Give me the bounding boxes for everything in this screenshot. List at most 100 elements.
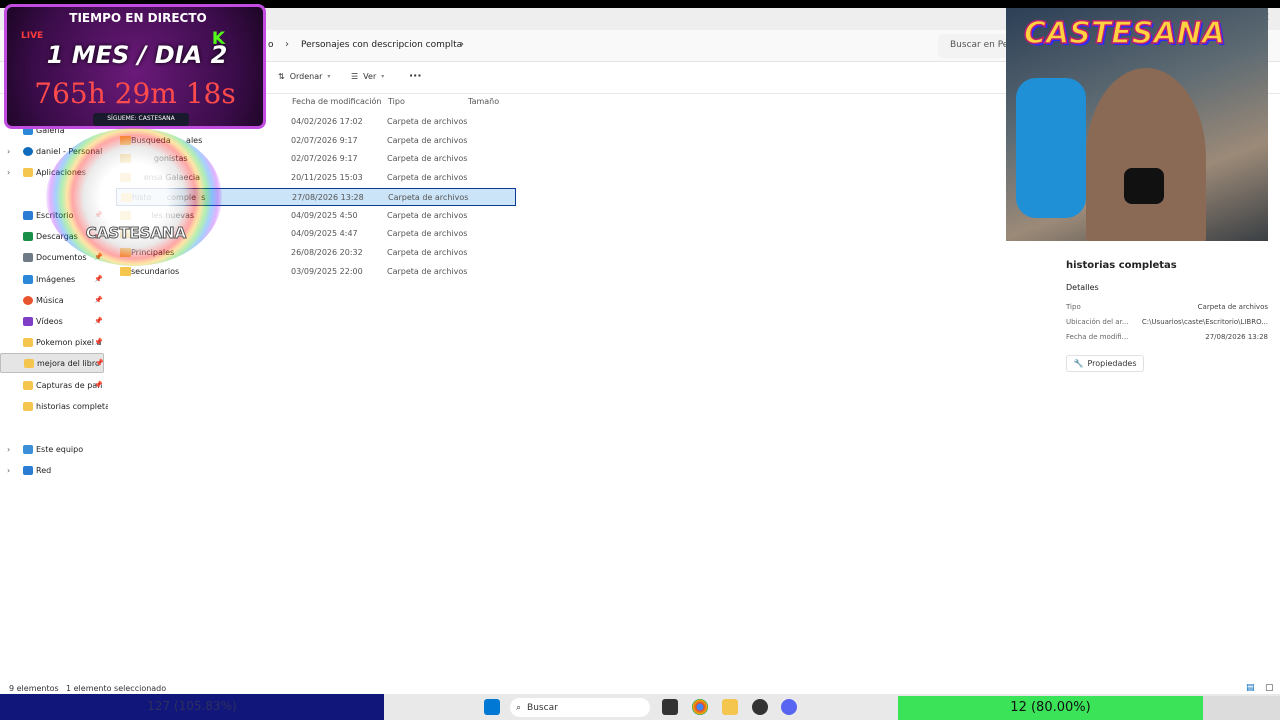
sidebar-item[interactable]: mejora del libro 📌 xyxy=(0,353,104,373)
file-date: 20/11/2025 15:03 xyxy=(291,173,363,183)
network-icon xyxy=(23,465,33,475)
desktop-icon xyxy=(23,210,33,220)
pin-icon: 📌 xyxy=(94,296,103,304)
file-row[interactable]: secundarios 03/09/2025 22:00 Carpeta de ar… xyxy=(116,263,516,281)
file-type: Carpeta de archivos xyxy=(387,266,468,276)
file-date: 04/09/2025 4:50 xyxy=(291,210,358,220)
sidebar-item[interactable]: › Este equipo xyxy=(0,439,108,459)
taskbar-search[interactable]: ⌕ Buscar xyxy=(510,698,650,717)
file-date: 02/07/2026 9:17 xyxy=(291,135,358,145)
webcam-chair xyxy=(1016,78,1086,218)
sort-icon: ⇅ xyxy=(278,72,285,81)
file-type: Carpeta de archivos xyxy=(387,117,468,126)
channel-logo-overlay: CASTESANA xyxy=(46,128,222,266)
start-icon[interactable] xyxy=(484,699,500,715)
folder-icon xyxy=(23,167,33,177)
sidebar-item[interactable]: Imágenes 📌 xyxy=(0,269,108,289)
wrench-icon: 🔧 xyxy=(1073,359,1084,368)
sort-button[interactable]: ⇅ Ordenar ▾ xyxy=(278,72,330,81)
chevron-down-icon: ▾ xyxy=(327,73,331,80)
breadcrumb-chevron-icon[interactable]: › xyxy=(460,39,464,50)
sidebar-item[interactable]: Música 📌 xyxy=(0,290,108,310)
goal-bar-right: 12 (80.00%) xyxy=(898,696,1203,720)
folder-icon xyxy=(24,358,34,368)
file-type: Carpeta de archivos xyxy=(387,210,468,220)
search-icon: ⌕ xyxy=(516,702,522,713)
stream-timer-overlay: TIEMPO EN DIRECTO LIVE K 1 MES / DIA 2 7… xyxy=(4,4,266,129)
breadcrumb-root[interactable]: o xyxy=(268,40,274,50)
sidebar-item[interactable]: Pokemon pixel a 📌 xyxy=(0,332,108,352)
sidebar-item-label: Imágenes xyxy=(36,274,76,284)
pin-icon: 📌 xyxy=(94,338,103,346)
chrome-icon[interactable] xyxy=(692,699,708,715)
expand-chevron-icon[interactable]: › xyxy=(7,168,10,177)
column-header-type[interactable]: Tipo xyxy=(388,97,405,106)
file-explorer-icon[interactable] xyxy=(722,699,738,715)
cloud-icon xyxy=(23,146,33,156)
details-value: 27/08/2026 13:28 xyxy=(1205,333,1268,341)
expand-chevron-icon[interactable]: › xyxy=(7,147,10,156)
tiles-view-icon[interactable]: ▢ xyxy=(1265,683,1274,693)
sidebar-item-label: mejora del libro xyxy=(37,358,100,368)
details-label: Fecha de modifi... xyxy=(1066,333,1129,341)
sidebar-item[interactable]: Capturas de pan 📌 xyxy=(0,375,108,395)
stream-day: 1 MES / DIA 2 xyxy=(46,41,228,69)
task-view-icon[interactable] xyxy=(662,699,678,715)
expand-chevron-icon[interactable]: › xyxy=(7,466,10,475)
column-header-size[interactable]: Tamaño xyxy=(468,97,499,106)
goal-bar-left: 127 (105.83%) xyxy=(0,694,384,720)
taskbar-search-label: Buscar xyxy=(527,702,558,713)
properties-button[interactable]: 🔧 Propiedades xyxy=(1066,355,1144,372)
goal-bar-right-remaining xyxy=(1203,696,1280,720)
details-section-heading: Detalles xyxy=(1066,283,1099,292)
music-icon xyxy=(23,295,33,305)
video-icon xyxy=(23,316,33,326)
folder-icon xyxy=(23,401,33,411)
folder-icon xyxy=(120,266,131,276)
file-date: 04/09/2025 4:47 xyxy=(291,229,358,239)
sidebar-item[interactable]: historias completas xyxy=(0,396,108,416)
image-icon xyxy=(23,274,33,284)
sidebar-item-label: Capturas de pan xyxy=(36,380,103,390)
document-icon xyxy=(23,252,33,262)
sidebar-item[interactable]: › Red xyxy=(0,460,108,480)
download-icon xyxy=(23,231,33,241)
breadcrumb-current[interactable]: Personajes con descripcion complta xyxy=(301,40,462,50)
column-header-date[interactable]: Fecha de modificación xyxy=(292,97,381,106)
discord-icon[interactable] xyxy=(781,699,797,715)
chevron-down-icon: ▾ xyxy=(381,73,385,80)
file-name: secundarios xyxy=(131,266,180,276)
details-value: C:\Usuarios\caste\Escritorio\LIBRO... xyxy=(1141,318,1268,326)
properties-label: Propiedades xyxy=(1087,359,1137,368)
webcam-channel-title: CASTESANA xyxy=(1023,15,1225,52)
follow-badge: SÍGUEME: CASTESANA xyxy=(93,113,189,126)
details-view-icon[interactable]: ▤ xyxy=(1246,683,1255,693)
folder-icon xyxy=(23,380,33,390)
pin-icon: 📌 xyxy=(94,381,103,389)
obs-icon[interactable] xyxy=(752,699,768,715)
details-row-location: Ubicación del ar... C:\Usuarios\caste\Es… xyxy=(1066,318,1268,326)
file-date: 26/08/2026 20:32 xyxy=(291,247,363,257)
view-button[interactable]: ☰ Ver ▾ xyxy=(351,72,384,81)
details-title: historias completas xyxy=(1066,260,1177,271)
pin-icon: 📌 xyxy=(95,359,104,367)
details-label: Tipo xyxy=(1066,303,1081,311)
expand-chevron-icon[interactable]: › xyxy=(7,445,10,454)
sidebar-item-label: Pokemon pixel a xyxy=(36,337,102,347)
file-type: Carpeta de archivos xyxy=(387,154,468,164)
details-value: Carpeta de archivos xyxy=(1197,303,1268,311)
view-label: Ver xyxy=(363,72,377,81)
pin-icon: 📌 xyxy=(94,275,103,283)
sidebar-item-label: Documentos xyxy=(36,252,87,262)
sidebar-item-label: Vídeos xyxy=(36,316,63,326)
webcam-microphone xyxy=(1124,168,1164,204)
details-row-modified: Fecha de modifi... 27/08/2026 13:28 xyxy=(1066,333,1268,341)
file-date: 03/09/2025 22:00 xyxy=(291,266,363,276)
sidebar-item-label: historias completas xyxy=(36,401,108,411)
sidebar-item[interactable]: Vídeos 📌 xyxy=(0,311,108,331)
details-label: Ubicación del ar... xyxy=(1066,318,1129,326)
folder-icon xyxy=(23,337,33,347)
pin-icon: 📌 xyxy=(94,317,103,325)
more-options-button[interactable]: ··· xyxy=(409,69,422,82)
details-row-type: Tipo Carpeta de archivos xyxy=(1066,303,1268,311)
